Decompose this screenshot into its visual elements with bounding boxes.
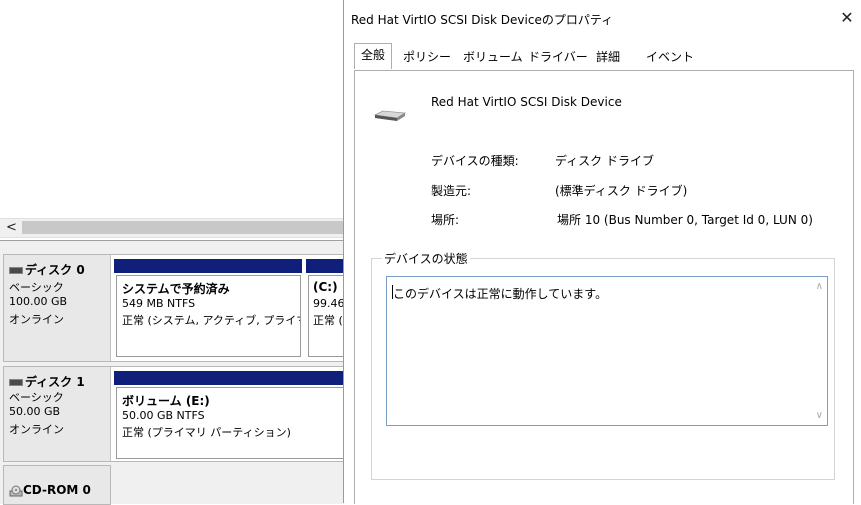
disk-icon bbox=[9, 267, 23, 274]
partition-system-reserved[interactable]: システムで予約済み 549 MB NTFS 正常 (システム, アクティブ, プ… bbox=[116, 275, 301, 357]
disk-size: 50.00 GB bbox=[9, 405, 61, 418]
device-type-value: ディスク ドライブ bbox=[555, 154, 654, 168]
partition-header bbox=[306, 259, 346, 273]
disk-icon bbox=[9, 379, 23, 386]
scroll-up-icon[interactable]: ∧ bbox=[816, 281, 823, 292]
disk-state: オンライン bbox=[9, 423, 64, 436]
partition-e[interactable]: ボリューム (E:) 50.00 GB NTFS 正常 (プライマリ パーティシ… bbox=[116, 387, 349, 459]
device-status-group: デバイスの状態 このデバイスは正常に動作しています。 ∧ ∨ bbox=[371, 250, 835, 480]
disk-drive-icon bbox=[373, 110, 407, 121]
partition-size: 99.46 bbox=[313, 297, 345, 310]
close-icon[interactable]: ✕ bbox=[836, 8, 858, 28]
scroll-down-icon[interactable]: ∨ bbox=[816, 410, 823, 421]
partition-title: システムで予約済み bbox=[122, 282, 230, 296]
horizontal-scrollbar[interactable]: < bbox=[0, 218, 345, 238]
partition-title: (C:) bbox=[313, 280, 338, 294]
location-value: 場所 10 (Bus Number 0, Target Id 0, LUN 0) bbox=[557, 213, 813, 227]
partition-header bbox=[114, 259, 302, 273]
cdrom-row[interactable]: CD-ROM 0 bbox=[3, 465, 111, 505]
partition-status: 正常 (システム, アクティブ, プライマ bbox=[122, 314, 301, 327]
disk-type: ベーシック bbox=[9, 391, 64, 404]
partition-title: ボリューム (E:) bbox=[122, 394, 210, 408]
device-type-label: デバイスの種類: bbox=[431, 154, 519, 168]
device-status-textbox[interactable]: このデバイスは正常に動作しています。 ∧ ∨ bbox=[386, 276, 828, 426]
partition-header bbox=[114, 371, 346, 385]
tab-strip: 全般 ポリシー ボリューム ドライバー 詳細 イベント bbox=[354, 43, 854, 70]
scroll-left-arrow-icon[interactable]: < bbox=[6, 220, 17, 236]
disk-row-1[interactable]: ディスク 1 ベーシック 50.00 GB オンライン ボリューム (E:) 5… bbox=[3, 366, 349, 462]
disk-name: ディスク 1 bbox=[25, 375, 85, 389]
tab-panel-general: Red Hat VirtIO SCSI Disk Device デバイスの種類:… bbox=[354, 70, 854, 504]
partition-size: 50.00 GB NTFS bbox=[122, 409, 205, 422]
cdrom-name: CD-ROM 0 bbox=[23, 483, 91, 497]
dialog-title-bar[interactable]: Red Hat VirtIO SCSI Disk Deviceのプロパティ ✕ bbox=[344, 0, 861, 36]
location-label: 場所: bbox=[431, 213, 460, 227]
scrollbar-thumb[interactable] bbox=[22, 221, 345, 234]
disk-row-0[interactable]: ディスク 0 ベーシック 100.00 GB オンライン システムで予約済み 5… bbox=[3, 254, 349, 362]
partition-status: 正常 (プライマリ パーティション) bbox=[122, 426, 291, 439]
tab-general[interactable]: 全般 bbox=[354, 43, 393, 69]
tab-events[interactable]: イベント bbox=[640, 46, 700, 68]
partition-status: 正常 ( bbox=[313, 314, 343, 327]
device-name: Red Hat VirtIO SCSI Disk Device bbox=[431, 95, 622, 109]
disk-info[interactable]: ディスク 0 ベーシック 100.00 GB オンライン bbox=[4, 255, 111, 361]
disk-size: 100.00 GB bbox=[9, 295, 68, 308]
tab-volume[interactable]: ボリューム bbox=[457, 46, 529, 68]
properties-dialog: Red Hat VirtIO SCSI Disk Deviceのプロパティ ✕ … bbox=[343, 0, 861, 504]
disk-type: ベーシック bbox=[9, 281, 64, 294]
tab-driver[interactable]: ドライバー bbox=[522, 46, 594, 68]
tab-details[interactable]: 詳細 bbox=[590, 46, 626, 68]
cd-drive-icon bbox=[9, 485, 23, 496]
manufacturer-label: 製造元: bbox=[431, 184, 472, 198]
disk-info[interactable]: ディスク 1 ベーシック 50.00 GB オンライン bbox=[4, 367, 111, 461]
device-status-text: このデバイスは正常に動作しています。 bbox=[393, 287, 608, 301]
disk-name: ディスク 0 bbox=[25, 263, 85, 277]
volume-list-pane bbox=[0, 0, 346, 240]
dialog-title: Red Hat VirtIO SCSI Disk Deviceのプロパティ bbox=[351, 13, 614, 27]
manufacturer-value: (標準ディスク ドライブ) bbox=[555, 184, 688, 198]
partition-size: 549 MB NTFS bbox=[122, 297, 196, 310]
disk-state: オンライン bbox=[9, 313, 64, 326]
tab-policy[interactable]: ポリシー bbox=[397, 46, 457, 68]
device-status-label: デバイスの状態 bbox=[382, 250, 470, 267]
